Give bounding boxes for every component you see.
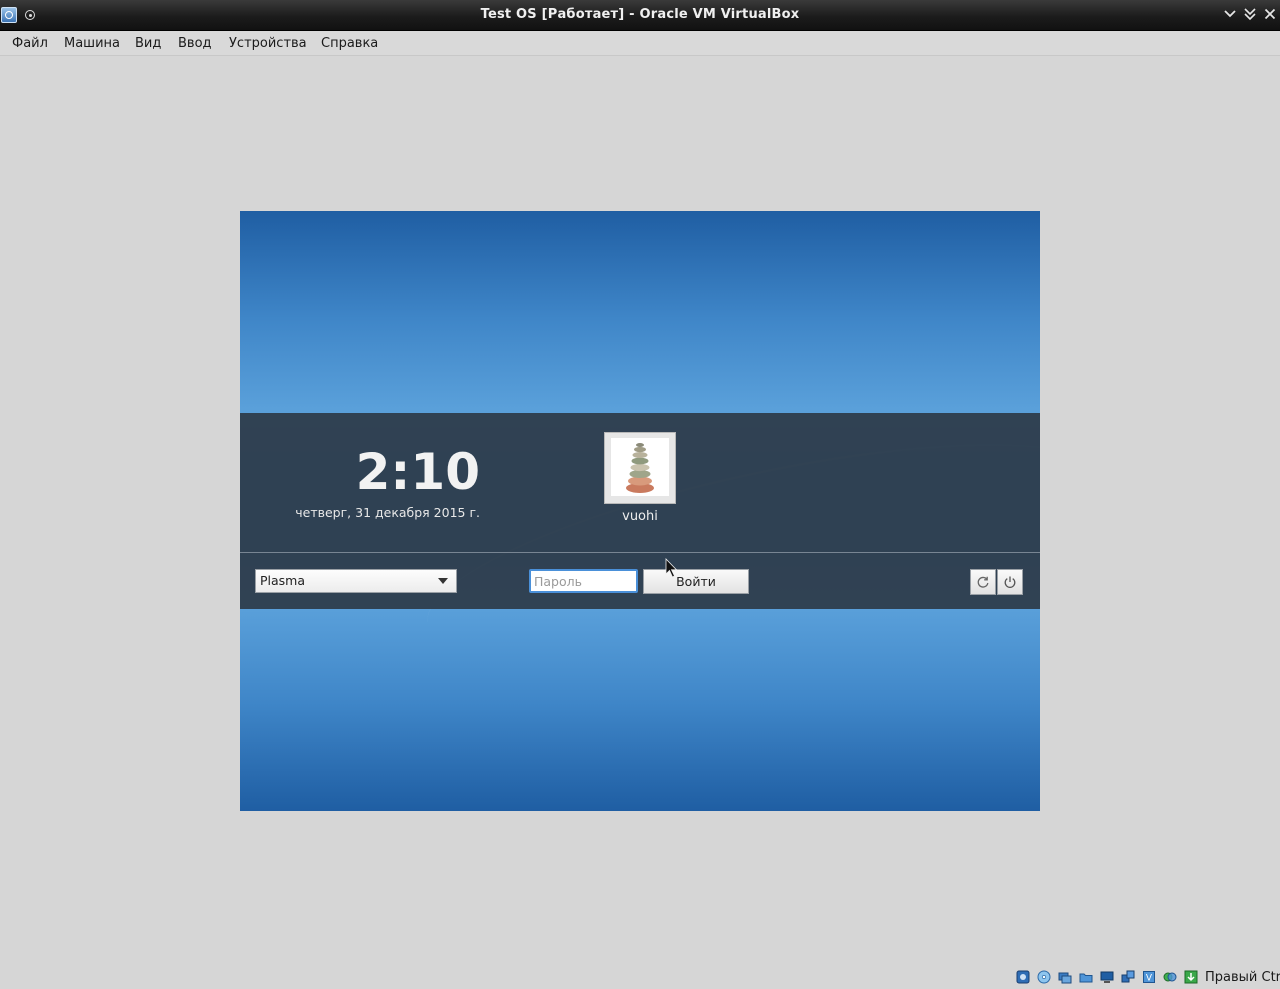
restart-icon xyxy=(977,576,989,588)
user-name[interactable]: vuohi xyxy=(590,509,690,524)
stacked-stones-icon xyxy=(626,443,654,493)
password-input[interactable] xyxy=(529,569,638,593)
menu-bar: Файл Машина Вид Ввод Устройства Справка xyxy=(0,31,1280,56)
window-title: Test OS [Работает] - Oracle VM VirtualBo… xyxy=(480,7,800,22)
video-capture-icon[interactable]: V xyxy=(1142,970,1156,984)
user-avatar[interactable] xyxy=(604,432,676,504)
host-key-label: Правый Ctrl xyxy=(1205,970,1280,985)
host-key-indicator-icon[interactable] xyxy=(1184,970,1198,984)
maximize-icon[interactable] xyxy=(1242,6,1258,22)
close-icon[interactable] xyxy=(1262,6,1278,22)
menu-input[interactable]: Ввод xyxy=(178,36,212,51)
vm-display[interactable]: 2:10 четверг, 31 декабря 2015 г. vuohi P… xyxy=(240,211,1040,811)
session-select[interactable]: Plasma xyxy=(255,569,457,593)
clock-date: четверг, 31 декабря 2015 г. xyxy=(295,505,480,520)
power-icon xyxy=(1004,576,1016,589)
mouse-pointer-icon xyxy=(665,558,678,578)
session-select-value: Plasma xyxy=(260,573,306,588)
clock-time: 2:10 xyxy=(355,443,480,501)
hard-disk-icon[interactable] xyxy=(1016,970,1030,984)
chevron-down-icon xyxy=(438,578,448,584)
menu-help[interactable]: Справка xyxy=(321,36,378,51)
menu-file[interactable]: Файл xyxy=(12,36,48,51)
menu-devices[interactable]: Устройства xyxy=(229,36,307,51)
login-button[interactable]: Войти xyxy=(643,569,749,594)
shared-folders-icon[interactable] xyxy=(1079,970,1093,984)
menu-view[interactable]: Вид xyxy=(135,36,161,51)
audio-icon[interactable] xyxy=(1058,970,1072,984)
network-icon[interactable] xyxy=(1121,970,1135,984)
restart-button[interactable] xyxy=(970,569,996,595)
display-icon[interactable] xyxy=(1100,970,1114,984)
optical-drive-icon[interactable] xyxy=(1037,970,1051,984)
menu-machine[interactable]: Машина xyxy=(64,36,120,51)
panel-divider xyxy=(240,552,1040,553)
mouse-integration-icon[interactable] xyxy=(1163,970,1177,984)
login-panel: 2:10 четверг, 31 декабря 2015 г. vuohi P… xyxy=(240,413,1040,609)
minimize-icon[interactable] xyxy=(1222,6,1238,22)
shutdown-button[interactable] xyxy=(997,569,1023,595)
svg-text:V: V xyxy=(1146,974,1153,984)
window-titlebar[interactable]: Test OS [Работает] - Oracle VM VirtualBo… xyxy=(0,0,1280,31)
